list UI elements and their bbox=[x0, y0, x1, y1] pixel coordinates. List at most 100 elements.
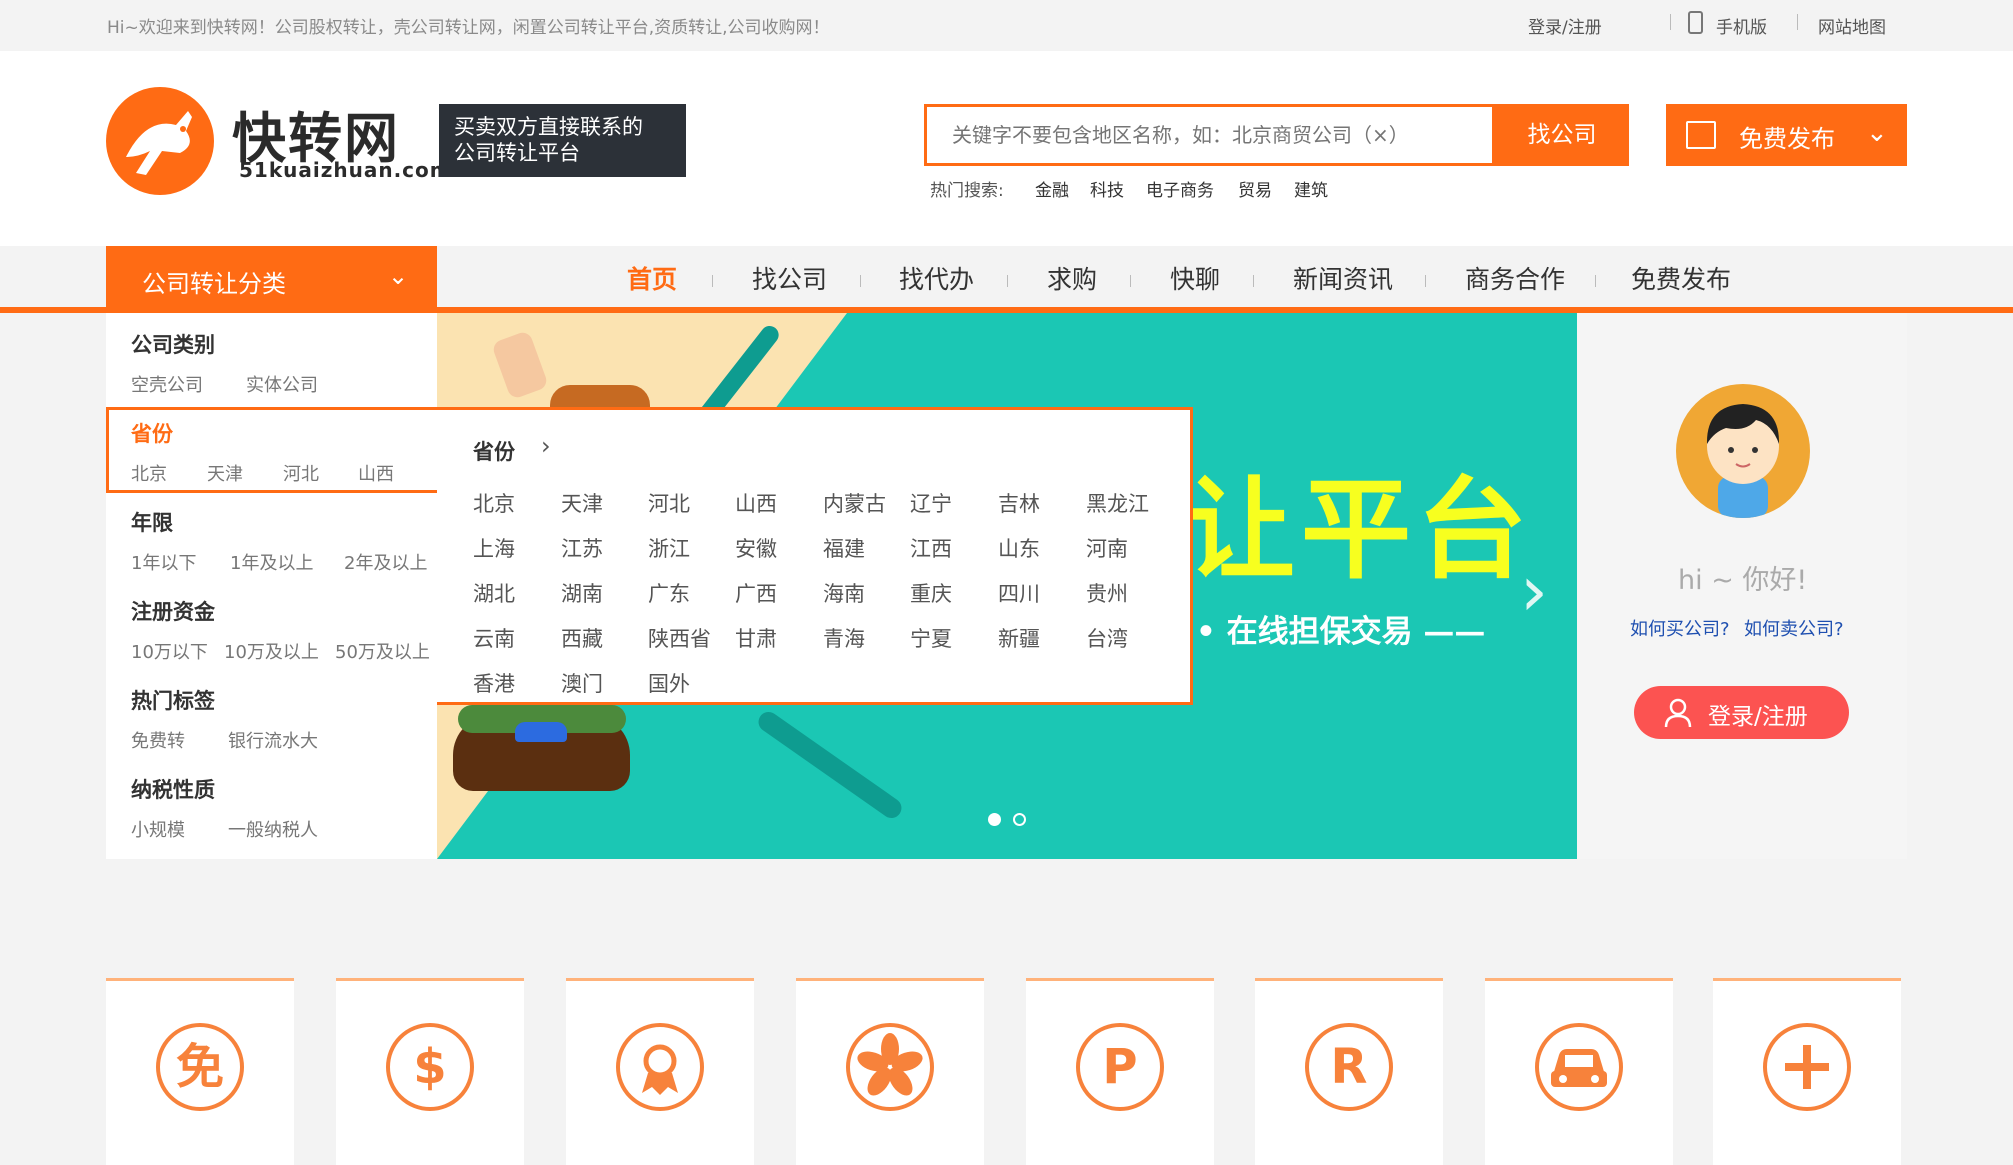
province-link[interactable]: 宁夏 bbox=[910, 623, 952, 653]
province-link[interactable]: 吉林 bbox=[998, 488, 1040, 518]
province-link[interactable]: 贵州 bbox=[1086, 578, 1128, 608]
sidebar-item[interactable]: 2年及以上 bbox=[344, 549, 427, 575]
sidebar-item[interactable]: 10万以下 bbox=[131, 638, 208, 664]
province-link[interactable]: 四川 bbox=[998, 578, 1040, 608]
province-link[interactable]: 福建 bbox=[823, 533, 865, 563]
nav-find-company[interactable]: 找公司 bbox=[752, 260, 827, 296]
sidebar-item[interactable]: 免费转 bbox=[131, 727, 185, 753]
mobile-version-link[interactable]: 手机版 bbox=[1716, 13, 1767, 38]
sitemap-link[interactable]: 网站地图 bbox=[1818, 13, 1886, 38]
sidebar-item[interactable]: 50万及以上 bbox=[335, 638, 430, 664]
province-link[interactable]: 澳门 bbox=[561, 668, 603, 698]
sidebar-item[interactable]: 空壳公司 bbox=[131, 371, 203, 397]
sidebar-item[interactable]: 实体公司 bbox=[246, 371, 318, 397]
nav-free-publish[interactable]: 免费发布 bbox=[1631, 260, 1731, 296]
top-login-link[interactable]: 登录/注册 bbox=[1528, 13, 1602, 38]
feature-card-hongkong[interactable] bbox=[796, 978, 984, 1165]
province-link[interactable]: 山西 bbox=[735, 488, 777, 518]
feature-card-car[interactable] bbox=[1485, 978, 1673, 1165]
province-link[interactable]: 海南 bbox=[823, 578, 865, 608]
province-link[interactable]: 云南 bbox=[473, 623, 515, 653]
search-input[interactable] bbox=[927, 107, 1492, 163]
search-button[interactable]: 找公司 bbox=[1495, 104, 1629, 166]
category-label: 公司转让分类 bbox=[142, 270, 286, 298]
province-link[interactable]: 广东 bbox=[648, 578, 690, 608]
chevron-down-icon: ⌄ bbox=[1866, 118, 1888, 148]
carousel-dot-active[interactable] bbox=[988, 813, 1001, 826]
province-link[interactable]: 香港 bbox=[473, 668, 515, 698]
province-link[interactable]: 江西 bbox=[910, 533, 952, 563]
nav-chat[interactable]: 快聊 bbox=[1170, 260, 1220, 296]
kangaroo-logo-icon[interactable] bbox=[106, 87, 214, 195]
province-link[interactable]: 内蒙古 bbox=[823, 488, 886, 518]
province-panel-title: 省份 bbox=[473, 440, 515, 464]
feature-card-p[interactable]: P bbox=[1026, 978, 1214, 1165]
feature-card-more[interactable] bbox=[1713, 978, 1901, 1165]
province-link[interactable]: 陕西省 bbox=[648, 623, 711, 653]
province-link[interactable]: 辽宁 bbox=[910, 488, 952, 518]
province-link[interactable]: 广西 bbox=[735, 578, 777, 608]
sidebar-item[interactable]: 银行流水大 bbox=[228, 727, 318, 753]
province-link[interactable]: 天津 bbox=[561, 488, 603, 518]
slogan-badge: 买卖双方直接联系的 公司转让平台 bbox=[439, 104, 686, 177]
province-link[interactable]: 山东 bbox=[998, 533, 1040, 563]
hot-keyword-link[interactable]: 科技 bbox=[1090, 176, 1124, 201]
sidebar-item[interactable]: 一般纳税人 bbox=[228, 816, 318, 842]
province-link[interactable]: 河南 bbox=[1086, 533, 1128, 563]
feature-card-capital[interactable]: $ bbox=[336, 978, 524, 1165]
province-link[interactable]: 重庆 bbox=[910, 578, 952, 608]
province-link[interactable]: 江苏 bbox=[561, 533, 603, 563]
award-icon bbox=[616, 1023, 704, 1111]
province-link[interactable]: 青海 bbox=[823, 623, 865, 653]
province-link[interactable]: 国外 bbox=[648, 668, 690, 698]
carousel-dot[interactable] bbox=[1013, 813, 1026, 826]
province-link[interactable]: 河北 bbox=[648, 488, 690, 518]
province-link[interactable]: 湖南 bbox=[561, 578, 603, 608]
slogan-line: 买卖双方直接联系的 bbox=[454, 115, 643, 139]
welcome-text: Hi~欢迎来到快转网！公司股权转让，壳公司转让网，闲置公司转让平台,资质转让,公… bbox=[107, 18, 830, 38]
hot-search-label: 热门搜索: bbox=[930, 181, 1004, 201]
nav-separator bbox=[1425, 275, 1426, 287]
hot-keyword-link[interactable]: 建筑 bbox=[1294, 176, 1328, 201]
how-to-sell-link[interactable]: 如何卖公司? bbox=[1744, 615, 1844, 641]
sidebar-item[interactable]: 山西 bbox=[358, 460, 394, 486]
sidebar-item[interactable]: 河北 bbox=[283, 460, 319, 486]
hot-keyword-link[interactable]: 电子商务 bbox=[1146, 176, 1214, 201]
sidebar-item[interactable]: 1年及以上 bbox=[230, 549, 313, 575]
nav-home[interactable]: 首页 bbox=[627, 260, 677, 296]
province-link[interactable]: 浙江 bbox=[648, 533, 690, 563]
province-link[interactable]: 安徽 bbox=[735, 533, 777, 563]
feature-card-qualification[interactable] bbox=[566, 978, 754, 1165]
sidebar-item[interactable]: 10万及以上 bbox=[224, 638, 319, 664]
province-link[interactable]: 上海 bbox=[473, 533, 515, 563]
province-link[interactable]: 台湾 bbox=[1086, 623, 1128, 653]
province-link[interactable]: 甘肃 bbox=[735, 623, 777, 653]
nav-agency[interactable]: 找代办 bbox=[899, 260, 974, 296]
sidebar-item[interactable]: 北京 bbox=[131, 460, 167, 486]
publish-label: 免费发布 bbox=[1739, 125, 1835, 153]
nav-separator bbox=[860, 275, 861, 287]
sidebar-item[interactable]: 1年以下 bbox=[131, 549, 196, 575]
free-publish-button[interactable]: 免费发布 ⌄ bbox=[1666, 104, 1907, 166]
province-link[interactable]: 北京 bbox=[473, 488, 515, 518]
province-link[interactable]: 黑龙江 bbox=[1086, 488, 1149, 518]
hot-keyword-link[interactable]: 贸易 bbox=[1238, 176, 1272, 201]
category-dropdown-button[interactable]: 公司转让分类 ⌄ bbox=[106, 246, 437, 310]
greeting-text: hi ~ 你好! bbox=[1678, 565, 1808, 596]
login-register-button[interactable]: 登录/注册 bbox=[1634, 686, 1849, 739]
search-box bbox=[924, 104, 1495, 166]
how-to-buy-link[interactable]: 如何买公司? bbox=[1630, 615, 1730, 641]
province-link[interactable]: 湖北 bbox=[473, 578, 515, 608]
sidebar-item[interactable]: 天津 bbox=[207, 460, 243, 486]
nav-purchase[interactable]: 求购 bbox=[1047, 260, 1097, 296]
feature-card-trademark[interactable]: R bbox=[1255, 978, 1443, 1165]
feature-card-free[interactable]: 免 bbox=[106, 978, 294, 1165]
nav-business[interactable]: 商务合作 bbox=[1465, 260, 1565, 296]
sidebar-item[interactable]: 小规模 bbox=[131, 816, 185, 842]
hot-keyword-link[interactable]: 金融 bbox=[1035, 176, 1069, 201]
chevron-right-icon[interactable]: › bbox=[1520, 550, 1548, 632]
province-link[interactable]: 新疆 bbox=[998, 623, 1040, 653]
nav-news[interactable]: 新闻资讯 bbox=[1293, 260, 1393, 296]
free-icon: 免 bbox=[156, 1023, 244, 1111]
province-link[interactable]: 西藏 bbox=[561, 623, 603, 653]
